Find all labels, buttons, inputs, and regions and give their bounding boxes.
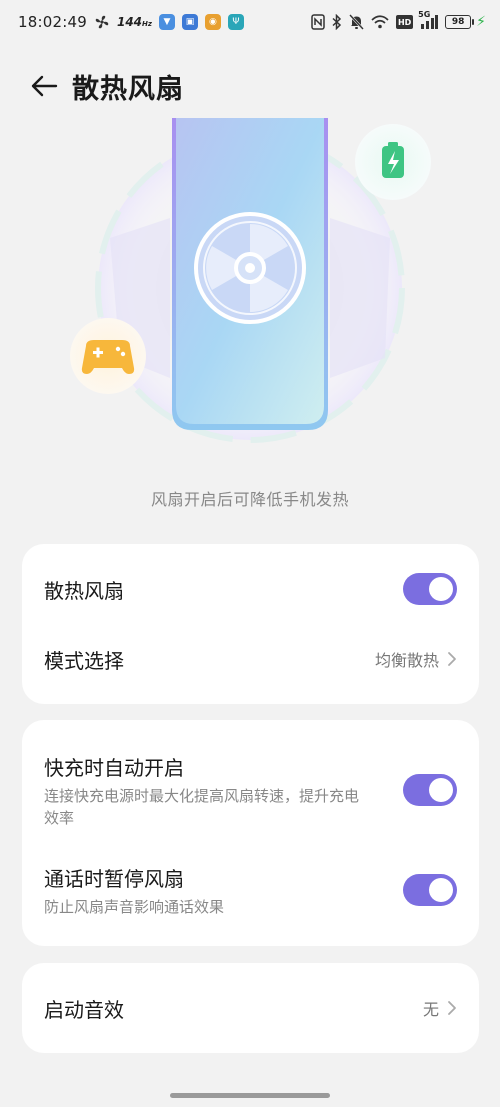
header: 散热风扇 <box>0 60 500 112</box>
card-fan-settings: 散热风扇 模式选择 均衡散热 <box>22 544 479 704</box>
home-indicator[interactable] <box>170 1093 330 1098</box>
fan-toggle-wrap <box>403 573 457 605</box>
refresh-rate-value: 144 <box>116 15 143 29</box>
network-type: 5G <box>418 10 431 19</box>
fast-charge-description: 连接快充电源时最大化提高风扇转速，提升充电效率 <box>44 786 360 827</box>
chevron-right-icon <box>447 651 457 667</box>
card-sound-settings: 启动音效 无 <box>22 963 479 1053</box>
toggle-knob <box>429 577 453 601</box>
fan-graphic <box>194 212 306 324</box>
nfc-icon <box>311 14 325 30</box>
hero-illustration <box>0 118 500 468</box>
call-pause-row[interactable]: 通话时暂停风扇 防止风扇声音影响通话效果 <box>22 848 479 932</box>
call-pause-label: 通话时暂停风扇 <box>44 866 184 891</box>
status-time: 18:02:49 <box>18 13 87 31</box>
call-pause-toggle-wrap <box>403 874 457 906</box>
battery-cap <box>472 19 475 25</box>
status-bar: 18:02:49 144Hz ▼ ▣ ◉ Ψ HD 5G 98 ⚡ <box>0 0 500 44</box>
call-pause-description: 防止风扇声音影响通话效果 <box>44 897 225 916</box>
call-pause-toggle[interactable] <box>403 874 457 906</box>
bluetooth-icon <box>332 14 342 30</box>
startup-sound-row[interactable]: 启动音效 无 <box>22 973 479 1043</box>
back-arrow-icon <box>31 75 58 97</box>
fast-charge-label: 快充时自动开启 <box>44 755 184 780</box>
battery-bubble <box>355 124 431 200</box>
charging-icon: ⚡ <box>476 14 486 30</box>
toggle-knob <box>429 778 453 802</box>
right-blade-shape <box>330 218 390 378</box>
startup-sound-label: 启动音效 <box>44 997 124 1022</box>
battery-level: 98 <box>445 15 472 29</box>
usb-app-icon: Ψ <box>227 14 244 30</box>
fast-charge-text: 快充时自动开启 连接快充电源时最大化提高风扇转速，提升充电效率 <box>44 752 364 829</box>
mute-bell-icon <box>349 14 365 30</box>
startup-sound-value-wrap: 无 <box>423 996 457 1020</box>
shield-app-icon: ▼ <box>158 14 175 30</box>
page-title: 散热风扇 <box>72 73 184 105</box>
hd-icon: HD <box>396 15 414 29</box>
fan-label: 散热风扇 <box>44 578 124 603</box>
fan-status-icon <box>94 14 110 30</box>
mode-value-wrap: 均衡散热 <box>375 647 457 671</box>
document-app-icon: ▣ <box>181 14 198 30</box>
mode-label: 模式选择 <box>44 648 124 673</box>
card-auto-settings: 快充时自动开启 连接快充电源时最大化提高风扇转速，提升充电效率 通话时暂停风扇 … <box>22 720 479 946</box>
call-pause-text: 通话时暂停风扇 防止风扇声音影响通话效果 <box>44 863 364 918</box>
hero-caption: 风扇开启后可降低手机发热 <box>150 490 349 509</box>
status-left: 18:02:49 144Hz ▼ ▣ ◉ Ψ <box>18 13 244 31</box>
status-right: HD 5G 98 ⚡ <box>311 10 486 30</box>
battery-icon: 98 ⚡ <box>445 14 486 30</box>
back-button[interactable] <box>20 62 68 110</box>
refresh-rate-unit: Hz <box>142 20 152 28</box>
wifi-icon <box>371 15 389 29</box>
startup-sound-value: 无 <box>422 1000 439 1019</box>
signal-icon: 5G <box>418 10 439 29</box>
fast-charge-toggle-wrap <box>403 774 457 806</box>
weibo-app-icon: ◉ <box>204 14 221 30</box>
mode-select-row[interactable]: 模式选择 均衡散热 <box>22 624 479 694</box>
chevron-right-icon <box>447 1000 457 1016</box>
refresh-rate: 144Hz <box>117 15 152 29</box>
fast-charge-row[interactable]: 快充时自动开启 连接快充电源时最大化提高风扇转速，提升充电效率 <box>22 734 479 846</box>
gamepad-bubble <box>70 318 146 394</box>
fan-toggle[interactable] <box>403 573 457 605</box>
fan-illustration <box>70 118 431 443</box>
fast-charge-toggle[interactable] <box>403 774 457 806</box>
mode-value: 均衡散热 <box>374 651 439 670</box>
fan-toggle-row[interactable]: 散热风扇 <box>22 554 479 624</box>
toggle-knob <box>429 878 453 902</box>
